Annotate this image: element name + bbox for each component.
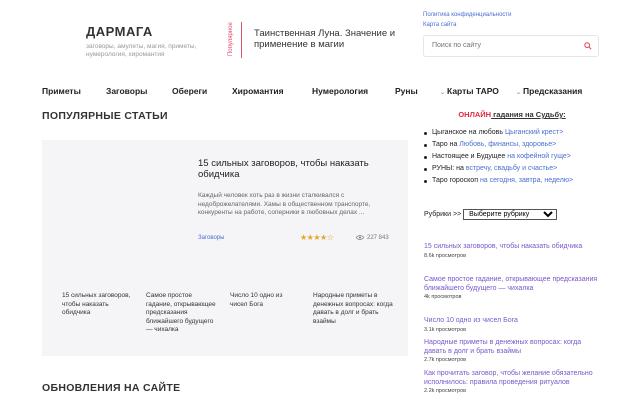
mini-card[interactable]: 15 сильных заговоров, чтобы наказать оби… [62, 292, 132, 318]
side-article: Число 10 одно из чисел Бога 3.1k просмот… [424, 317, 604, 333]
nav-item-numerologiya[interactable]: Нумерология [312, 86, 368, 96]
service-link[interactable]: встречу, свадьбу и счастье> [466, 165, 557, 172]
service-text: Таро гороскоп [432, 177, 480, 184]
chevron-down-icon: ⌄ [440, 90, 446, 96]
featured-article: 15 сильных заговоров, чтобы наказать оби… [198, 158, 404, 218]
logo-subtitle: заговоры, амулеты, магия, приметы, нумер… [86, 43, 197, 58]
list-item: Настоящее и Будущее на кофейной гуще> [424, 151, 604, 163]
nav-item-zagovory[interactable]: Заговоры [106, 86, 147, 96]
rubrics-select[interactable]: Выберите рубрику [463, 209, 558, 220]
side-article-views: 2.7k просмотров [424, 357, 467, 363]
updates-heading: ОБНОВЛЕНИЯ НА САЙТЕ [42, 382, 181, 394]
side-article-title[interactable]: Самое простое гадание, открывающее предс… [424, 276, 604, 293]
nav-item-oberegi[interactable]: Обереги [172, 86, 207, 96]
online-fortune-link[interactable]: гадания на Судьбу: [491, 110, 566, 119]
side-article-views: 2.2k просмотров [424, 388, 467, 394]
featured-meta: Заговоры ★★★★☆ 227 843 [198, 233, 404, 245]
popular-tag-label: Популярное [228, 22, 234, 56]
popular-tag: Популярное [228, 22, 242, 58]
list-item: РУНЫ: на встречу, свадьбу и счастье> [424, 163, 604, 175]
top-links: Политика конфиденциальности Карта сайта [423, 10, 512, 30]
side-article-title[interactable]: Как прочитать заговор, чтобы желание обя… [424, 370, 604, 387]
popular-heading: ПОПУЛЯРНЫЕ СТАТЬИ [42, 110, 168, 122]
nav-item-runy[interactable]: Руны [395, 86, 418, 96]
side-article: Самое простое гадание, открывающее предс… [424, 276, 604, 300]
nav-item-karty-taro-label: Карты ТАРО [447, 86, 499, 96]
nav-item-predskazaniya-label: Предсказания [523, 86, 583, 96]
nav-item-primety[interactable]: Приметы [42, 86, 81, 96]
nav-item-predskazaniya[interactable]: ⌄ Предсказания [516, 86, 582, 96]
side-article-views: 4k просмотров [424, 294, 462, 300]
search-input[interactable] [432, 42, 572, 49]
rubrics-label: Рубрики >> [424, 211, 462, 218]
rating-stars-icon: ★★★★☆ [300, 233, 334, 242]
mini-card[interactable]: Народные приметы в денежных вопросах: ко… [313, 292, 399, 326]
featured-title[interactable]: 15 сильных заговоров, чтобы наказать оби… [198, 158, 404, 180]
online-label: ОНЛАЙН [458, 110, 492, 119]
service-link[interactable]: на сегодня, завтра, неделю> [480, 177, 573, 184]
search-box [423, 35, 599, 57]
search-icon[interactable] [584, 42, 592, 50]
side-article-title[interactable]: Число 10 одно из чисел Бога [424, 317, 604, 326]
online-fortune-heading: ОНЛАЙН гадания на Судьбу: [424, 110, 600, 119]
service-text: РУНЫ: на [432, 165, 466, 172]
side-article-views: 8.6k просмотров [424, 252, 467, 259]
service-link[interactable]: Любовь, финансы, здоровье> [459, 141, 556, 148]
side-article: 15 сильных заговоров, чтобы наказать оби… [424, 243, 604, 259]
eye-icon [356, 235, 364, 240]
service-text: Таро на [432, 141, 460, 148]
service-text: Цыганское на любовь [432, 129, 505, 136]
chevron-down-icon: ⌄ [516, 90, 522, 96]
featured-excerpt: Каждый человек хоть раз в жизни сталкива… [198, 192, 371, 216]
header-popular-link[interactable]: Таинственная Луна. Значение и применение… [254, 28, 404, 50]
rubrics-filter: Рубрики >> Выберите рубрику [424, 209, 558, 220]
featured-views-count: 227 843 [367, 235, 389, 242]
mini-card[interactable]: Самое простое гадание, открывающее предс… [146, 292, 216, 335]
service-text: Настоящее и Будущее [432, 153, 508, 160]
list-item: Таро гороскоп на сегодня, завтра, неделю… [424, 175, 604, 187]
featured-views: 227 843 [356, 235, 389, 241]
list-item: Таро на Любовь, финансы, здоровье> [424, 139, 604, 151]
privacy-policy-link[interactable]: Политика конфиденциальности [423, 10, 512, 20]
nav-item-karty-taro[interactable]: ⌄ Карты ТАРО [440, 86, 499, 96]
sitemap-link[interactable]: Карта сайта [423, 20, 512, 30]
side-article: Как прочитать заговор, чтобы желание обя… [424, 370, 604, 394]
nav-item-khiromantiya[interactable]: Хиромантия [232, 86, 284, 96]
fortune-services-list: Цыганское на любовь Цыганский крест> Тар… [424, 127, 604, 187]
service-link[interactable]: Цыганский крест> [505, 129, 563, 136]
side-article-title[interactable]: 15 сильных заговоров, чтобы наказать оби… [424, 243, 604, 252]
logo-title[interactable]: ДАРМАГА [86, 24, 206, 39]
list-item: Цыганское на любовь Цыганский крест> [424, 127, 604, 139]
featured-category[interactable]: Заговоры [198, 235, 224, 241]
main-nav: Приметы Заговоры Обереги Хиромантия Нуме… [42, 86, 602, 100]
popular-panel: 15 сильных заговоров, чтобы наказать оби… [42, 140, 408, 356]
side-article-title[interactable]: Народные приметы в денежных вопросах: ко… [424, 339, 604, 356]
mini-card[interactable]: Число 10 одно из чисел Бога [230, 292, 300, 309]
side-article: Народные приметы в денежных вопросах: ко… [424, 339, 604, 363]
side-article-views: 3.1k просмотров [424, 326, 467, 333]
site-logo[interactable]: ДАРМАГА заговоры, амулеты, магия, примет… [86, 24, 206, 59]
service-link[interactable]: на кофейной гуще> [507, 153, 571, 160]
